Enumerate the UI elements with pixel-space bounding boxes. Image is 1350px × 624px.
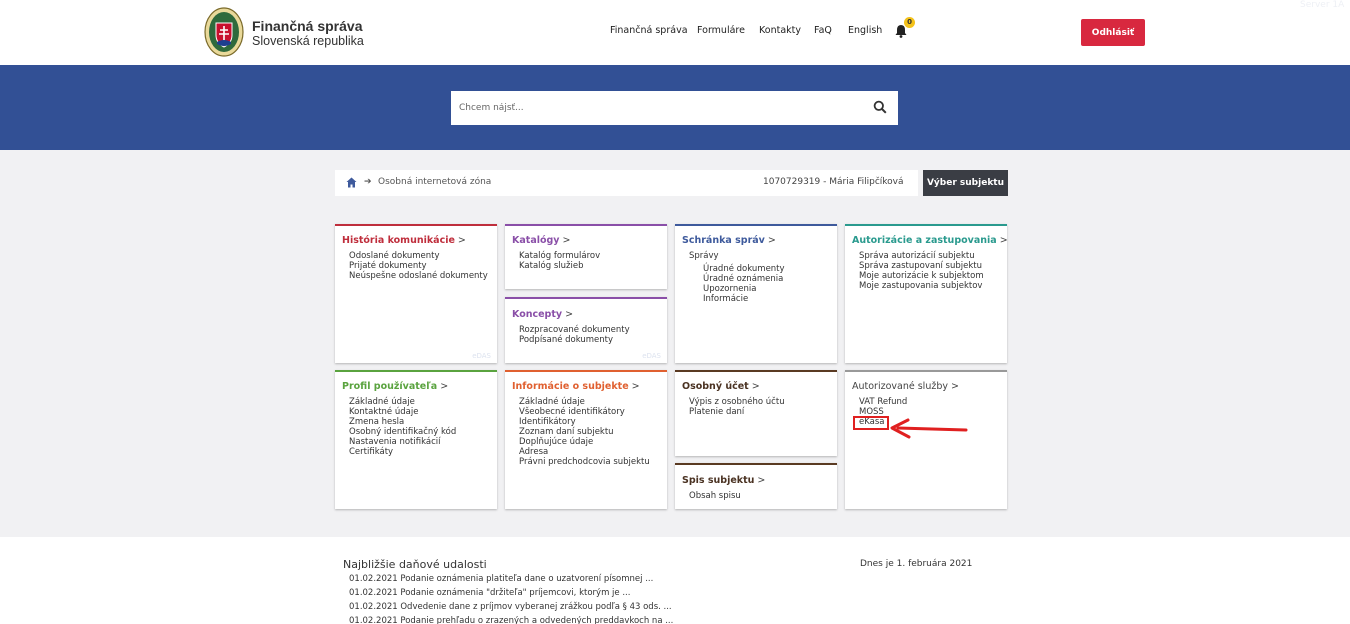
nav-financna-sprava[interactable]: Finančná správa [610,25,688,36]
tile-list-spis: Obsah spisu [689,491,741,501]
tile-title-katalogy[interactable]: Katalógy > [512,235,570,246]
list-item[interactable]: Právni predchodcovia subjektu [519,457,650,467]
tile-informacie-o-subjekte: Informácie o subjekte > Základné údaje Vš… [505,370,667,509]
list-item[interactable]: Adresa [519,447,650,457]
breadcrumb-arrow-icon: ➔ [364,177,372,187]
tile-watermark: eDAS [472,352,491,360]
tile-title-spis[interactable]: Spis subjektu > [682,475,765,486]
tile-list-informacie: Základné údaje Všeobecné identifikátory … [519,397,650,467]
today-date: Dnes je 1. februára 2021 [860,559,973,569]
list-group-label: Správy [689,251,719,261]
list-item[interactable]: Osobný identifikačný kód [349,427,456,437]
tile-list-schranka: Správy Úradné dokumenty Úradné oznámenia… [689,251,785,304]
tile-title-koncepty[interactable]: Koncepty > [512,309,573,320]
tile-spis-subjektu: Spis subjektu > Obsah spisu [675,463,837,509]
tile-title-schranka[interactable]: Schránka správ > [682,235,776,246]
list-item-vat-refund[interactable]: VAT Refund [859,397,907,407]
list-item[interactable]: Katalóg služieb [519,261,600,271]
list-item[interactable]: Kontaktné údaje [349,407,456,417]
tile-koncepty: Koncepty > Rozpracované dokumenty Podpísa… [505,297,667,363]
list-item[interactable]: Základné údaje [349,397,456,407]
nav-english[interactable]: English [848,25,882,36]
list-item[interactable]: Prijaté dokumenty [349,261,488,271]
search-input[interactable] [459,91,859,125]
list-item[interactable]: Obsah spisu [689,491,741,501]
list-item[interactable]: Nastavenia notifikácií [349,437,456,447]
footer-tax-events [0,537,1350,624]
list-item[interactable]: Katalóg formulárov [519,251,600,261]
list-item[interactable]: Základné údaje [519,397,650,407]
tile-list-koncepty: Rozpracované dokumenty Podpísané dokumen… [519,325,630,345]
search-icon[interactable] [873,100,887,114]
nav-kontakty[interactable]: Kontakty [759,25,801,36]
tile-osobny-ucet: Osobný účet > Výpis z osobného účtu Plate… [675,370,837,456]
list-item[interactable]: Úradné dokumenty [689,264,785,274]
list-item[interactable]: Moje autorizácie k subjektom [859,271,984,281]
list-item[interactable]: Certifikáty [349,447,456,457]
list-item[interactable]: Platenie daní [689,407,785,417]
tile-autorizacie: Autorizácie a zastupovania > Správa autor… [845,224,1008,363]
tile-title-informacie[interactable]: Informácie o subjekte > [512,381,640,392]
event-item[interactable]: 01.02.2021 Podanie prehľadu o zrazených … [349,616,673,624]
tile-list-ucet: Výpis z osobného účtu Platenie daní [689,397,785,417]
tile-title-sluzby[interactable]: Autorizované služby > [852,381,959,392]
list-item[interactable]: Doplňujúce údaje [519,437,650,447]
breadcrumb-current: Osobná internetová zóna [378,177,492,187]
event-item[interactable]: 01.02.2021 Podanie oznámenia platiteľa d… [349,574,653,584]
select-subject-button[interactable]: Výber subjektu [923,170,1008,196]
list-item[interactable]: Odoslané dokumenty [349,251,488,261]
events-title: Najbližšie daňové udalosti [343,558,487,571]
tile-title-profil[interactable]: Profil používateľa > [342,381,448,392]
tile-list-profil: Základné údaje Kontaktné údaje Zmena hes… [349,397,456,457]
list-item[interactable]: Rozpracované dokumenty [519,325,630,335]
tile-title-historia[interactable]: História komunikácie > [342,235,466,246]
tile-schranka-sprav: Schránka správ > Správy Úradné dokumenty … [675,224,837,363]
tile-title-ucet[interactable]: Osobný účet > [682,381,760,392]
financna-sprava-emblem-icon[interactable] [204,7,244,57]
list-item[interactable]: Správa zastupovaní subjektu [859,261,984,271]
list-item[interactable]: Zmena hesla [349,417,456,427]
list-item[interactable]: Všeobecné identifikátory [519,407,650,417]
search-box [451,91,898,125]
list-item[interactable]: Zoznam daní subjektu [519,427,650,437]
list-item[interactable]: Neúspešne odoslané dokumenty [349,271,488,281]
list-item[interactable]: Podpísané dokumenty [519,335,630,345]
home-icon[interactable] [346,177,357,188]
list-item[interactable]: Identifikátory [519,417,650,427]
tile-list-katalogy: Katalóg formulárov Katalóg služieb [519,251,600,271]
tile-profil-pouzivatela: Profil používateľa > Základné údaje Konta… [335,370,497,509]
list-item[interactable]: Správa autorizácií subjektu [859,251,984,261]
tile-katalogy: Katalógy > Katalóg formulárov Katalóg slu… [505,224,667,289]
tile-watermark: eDAS [642,352,661,360]
ekasa-highlight-box [853,416,889,430]
nav-formulare[interactable]: Formuláre [697,25,745,36]
logout-button[interactable]: Odhlásiť [1081,19,1145,46]
nav-faq[interactable]: FaQ [814,25,832,36]
list-item[interactable]: Úradné oznámenia [689,274,785,284]
subject-info: 1070729319 - Mária Filipčíková [763,177,904,187]
list-item[interactable]: Moje zastupovania subjektov [859,281,984,291]
server-label: Server 1A [1300,0,1345,10]
event-item[interactable]: 01.02.2021 Odvedenie dane z príjmov vybe… [349,602,672,612]
tile-historia-komunikacie: História komunikácie > Odoslané dokumenty… [335,224,497,363]
logo-title: Finančná správa [252,18,363,34]
list-item[interactable]: Výpis z osobného účtu [689,397,785,407]
notification-badge: 0 [904,17,915,28]
event-item[interactable]: 01.02.2021 Podanie oznámenia "držiteľa" … [349,588,630,598]
header: Finančná správa Slovenská republika Fina… [0,0,1350,65]
tile-list-autorizacie: Správa autorizácií subjektu Správa zastu… [859,251,984,291]
tile-title-autorizacie[interactable]: Autorizácie a zastupovania > [852,235,1008,246]
logo-subtitle: Slovenská republika [252,34,364,48]
list-item[interactable]: Informácie [689,294,785,304]
tile-list-historia: Odoslané dokumenty Prijaté dokumenty Neú… [349,251,488,281]
list-item[interactable]: Upozornenia [689,284,785,294]
red-arrow-annotation-icon [890,418,968,439]
